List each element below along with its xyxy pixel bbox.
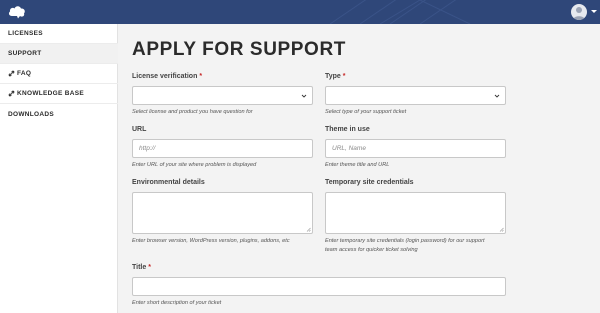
user-avatar-icon[interactable] [571, 4, 587, 20]
theme-label: Theme in use [325, 126, 370, 133]
environment-textarea[interactable] [132, 192, 313, 234]
chevron-down-icon [494, 94, 500, 98]
resize-grip-icon[interactable] [499, 227, 504, 232]
sidebar-item-knowledge-base[interactable]: KNOWLEDGE BASE [0, 84, 118, 104]
required-marker: * [342, 73, 346, 80]
sidebar-item-licenses[interactable]: LICENSES [0, 24, 118, 44]
license-select[interactable] [132, 86, 313, 105]
environment-help-text: Enter browser version, WordPress version… [132, 238, 290, 244]
type-select[interactable] [325, 86, 506, 105]
resize-grip-icon[interactable] [306, 227, 311, 232]
required-marker: * [148, 264, 151, 271]
sidebar-item-label: DOWNLOADS [8, 110, 55, 118]
credentials-help-text: Enter temporary site credentials (login … [325, 238, 485, 253]
main-content: APPLY FOR SUPPORT License verification *… [118, 24, 600, 313]
type-help-text: Select type of your support ticket [325, 109, 407, 115]
cloud-logo-icon[interactable] [8, 4, 26, 20]
sidebar-item-label: FAQ [17, 70, 32, 77]
sidebar-item-support[interactable]: SUPPORT [0, 44, 118, 64]
sidebar-item-faq[interactable]: FAQ [0, 64, 118, 84]
sidebar: LICENSES SUPPORT FAQ KNOWLEDGE BASE DOWN… [0, 24, 118, 313]
credentials-textarea[interactable] [325, 192, 506, 234]
sidebar-item-label: KNOWLEDGE BASE [17, 90, 85, 97]
url-input[interactable]: http:// [132, 139, 313, 158]
license-help-text: Select license and product you have ques… [132, 109, 253, 115]
sidebar-item-downloads[interactable]: DOWNLOADS [0, 104, 118, 124]
url-help-text: Enter URL of your site where problem is … [132, 162, 257, 168]
required-marker: * [199, 73, 203, 80]
top-bar [0, 0, 600, 24]
type-label: Type * [325, 73, 346, 80]
sidebar-item-label: LICENSES [8, 30, 43, 37]
sidebar-item-label: SUPPORT [8, 50, 42, 57]
link-icon [8, 90, 15, 97]
chevron-down-icon [301, 94, 307, 98]
page-title: APPLY FOR SUPPORT [132, 39, 346, 60]
user-menu-caret-icon[interactable] [591, 10, 597, 13]
ticket-title-help-text: Enter short description of your ticket [132, 300, 222, 306]
topbar-decoration [329, 0, 471, 24]
ticket-title-input[interactable] [132, 277, 506, 296]
url-label: URL [132, 126, 147, 133]
theme-input[interactable]: URL, Name [325, 139, 506, 158]
link-icon [8, 70, 15, 77]
environment-label: Environmental details [132, 179, 205, 186]
theme-help-text: Enter theme title and URL [325, 162, 390, 168]
license-verification-label: License verification * [132, 73, 203, 80]
ticket-title-label: Title * [132, 264, 151, 271]
credentials-label: Temporary site credentials [325, 179, 414, 186]
